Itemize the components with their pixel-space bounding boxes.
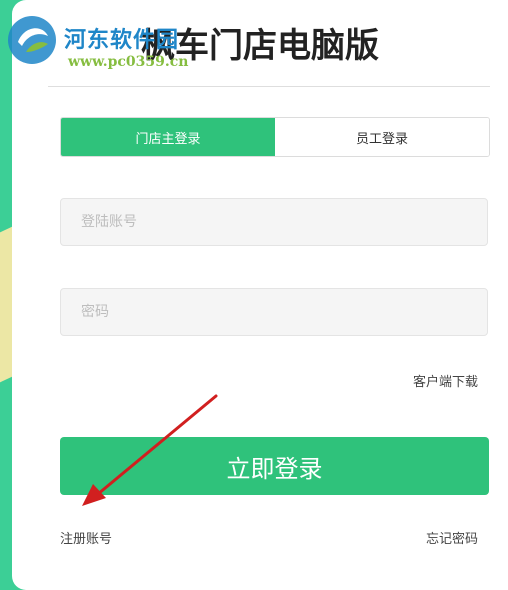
login-button[interactable]: 立即登录 [60, 437, 489, 495]
client-download-link[interactable]: 客户端下载 [413, 371, 478, 390]
login-tabs: 门店主登录 员工登录 [60, 117, 490, 157]
watermark: 河东软件园 www.pc0359.cn [4, 10, 219, 70]
password-input[interactable] [60, 288, 488, 336]
register-link[interactable]: 注册账号 [60, 528, 112, 547]
watermark-site-name: 河东软件园 [64, 28, 180, 53]
account-input[interactable] [60, 198, 488, 246]
title-divider [48, 86, 490, 87]
watermark-logo-icon [8, 16, 56, 64]
tab-store-owner-login[interactable]: 门店主登录 [61, 118, 275, 156]
forgot-password-link[interactable]: 忘记密码 [426, 528, 478, 547]
watermark-url: www.pc0359.cn [68, 54, 189, 70]
tab-employee-login[interactable]: 员工登录 [275, 118, 489, 156]
login-card: 枫车门店电脑版 门店主登录 员工登录 客户端下载 立即登录 注册账号 忘记密码 [12, 0, 508, 590]
